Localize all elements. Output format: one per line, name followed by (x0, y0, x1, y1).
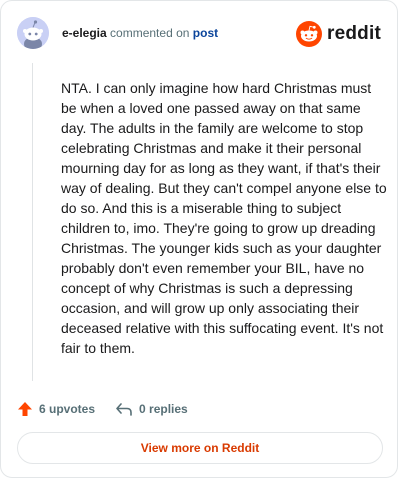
replies-count: 0 replies (139, 402, 188, 416)
replies-button[interactable]: 0 replies (115, 401, 188, 417)
comment-actions: 6 upvotes 0 replies (17, 397, 208, 421)
upvote-button[interactable]: 6 upvotes (17, 401, 95, 417)
comment-meta: e-elegia commented on post (62, 26, 218, 40)
avatar[interactable] (17, 17, 49, 49)
comment-header: e-elegia commented on post reddit (17, 17, 381, 51)
reply-arrow-icon (116, 403, 132, 416)
thread-line[interactable] (32, 63, 33, 381)
upvotes-count: 6 upvotes (39, 402, 96, 416)
comment-body: NTA. I can only imagine how hard Christm… (61, 80, 387, 356)
post-link[interactable]: post (193, 26, 218, 40)
username-link[interactable]: e-elegia (62, 26, 107, 40)
reddit-brand[interactable]: reddit (296, 21, 381, 47)
upvote-arrow-icon (18, 402, 32, 416)
reddit-comment-embed: e-elegia commented on post reddit NTA. I… (0, 0, 398, 478)
reddit-logo-icon (296, 21, 323, 47)
reddit-wordmark: reddit (327, 23, 381, 44)
action-text: commented on (110, 26, 190, 40)
snoo-avatar-icon (17, 17, 49, 49)
view-more-button[interactable]: View more on Reddit (17, 432, 383, 464)
